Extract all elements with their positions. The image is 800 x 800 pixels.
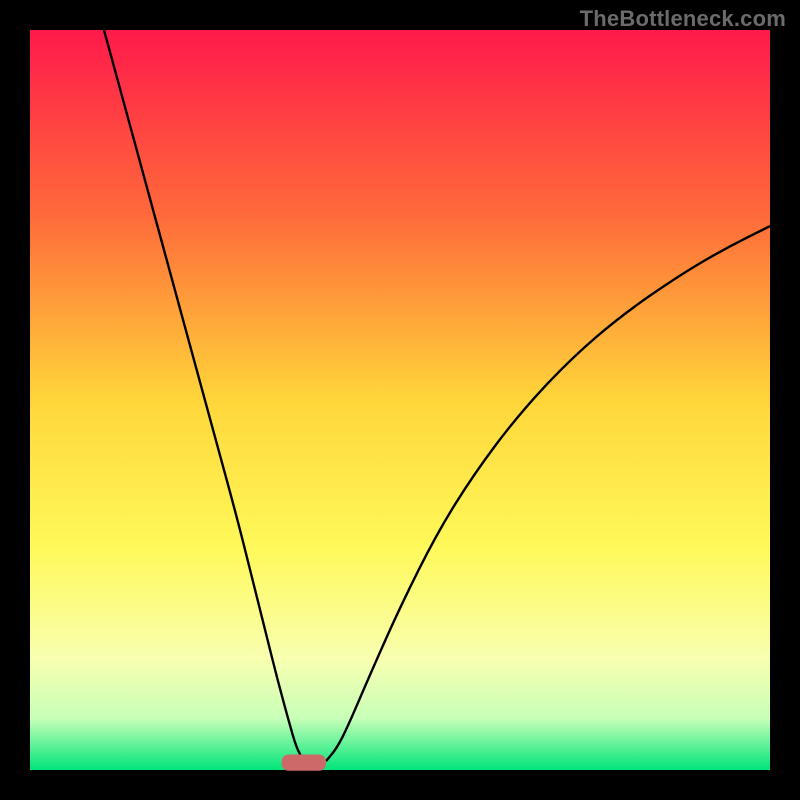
chart-background [30,30,770,770]
watermark-label: TheBottleneck.com [580,6,786,32]
chart-outer-frame: TheBottleneck.com [0,0,800,800]
bottleneck-chart [0,0,800,800]
optimal-marker [282,754,326,770]
